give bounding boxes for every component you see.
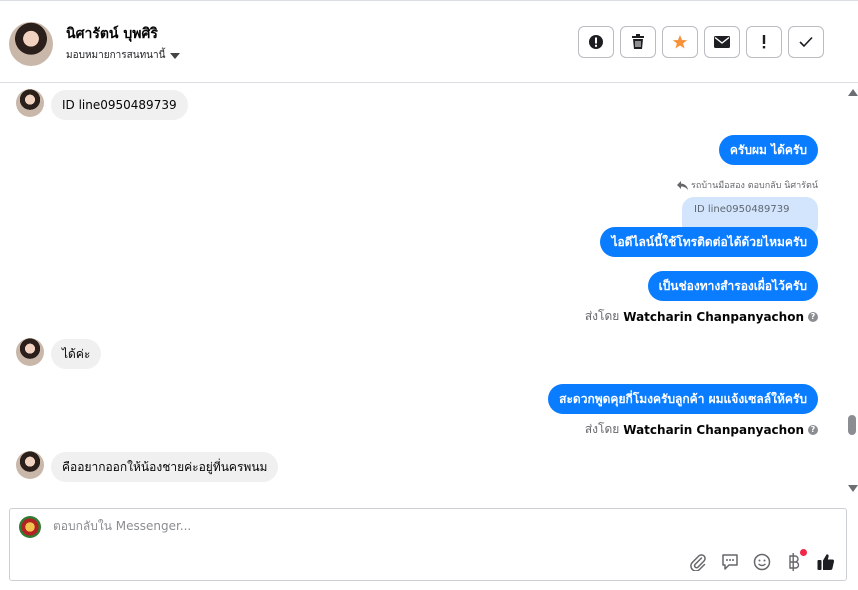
composer-tools xyxy=(688,549,836,572)
header-actions xyxy=(578,26,824,58)
outgoing-message[interactable]: เป็นช่องทางสำรองเผื่อไว้ครับ xyxy=(647,271,818,301)
page-avatar xyxy=(19,516,41,538)
notification-dot xyxy=(800,549,807,556)
scrollbar-thumb[interactable] xyxy=(848,415,856,435)
follow-up-button[interactable] xyxy=(746,26,782,58)
thumbs-up-icon xyxy=(817,554,835,571)
message-thread: ID line0950489739 ครับผม ได้ครับ รถบ้านม… xyxy=(0,83,846,495)
reply-composer xyxy=(9,508,847,581)
like-button[interactable] xyxy=(816,552,836,572)
outgoing-message[interactable]: ครับผม ได้ครับ xyxy=(718,135,818,165)
mark-unread-button[interactable] xyxy=(704,26,740,58)
outgoing-message[interactable]: สะดวกพูดคุยกี่โมงครับลูกค้า ผมแจ้งเซลล์ใ… xyxy=(548,384,818,414)
star-icon xyxy=(672,35,688,49)
contact-avatar-small[interactable] xyxy=(16,451,44,479)
trash-icon xyxy=(632,34,644,49)
scroll-up-arrow-icon[interactable] xyxy=(848,89,858,96)
mark-done-button[interactable] xyxy=(788,26,824,58)
paperclip-icon xyxy=(690,554,706,571)
contact-avatar-small[interactable] xyxy=(16,89,44,117)
exclamation-icon xyxy=(762,35,766,49)
contact-avatar-small[interactable] xyxy=(16,338,44,366)
contact-name[interactable]: นิศารัตน์ บุพศิริ xyxy=(66,23,158,45)
assign-label: มอบหมายการสนทนานี้ xyxy=(66,50,166,61)
chat-bubble-icon xyxy=(722,554,738,570)
outgoing-message[interactable]: ไอดีไลน์นี้ใช้โทรติดต่อได้ด้วยไหมครับ xyxy=(600,227,818,257)
help-icon[interactable]: ? xyxy=(808,311,818,322)
emoji-button[interactable] xyxy=(752,552,772,572)
baht-icon xyxy=(789,553,800,571)
envelope-icon xyxy=(714,36,730,48)
incoming-message[interactable]: ID line0950489739 xyxy=(51,90,188,120)
sent-by-label: ส่งโดย Watcharin Chanpanyachon ? xyxy=(585,420,818,439)
scroll-down-arrow-icon[interactable] xyxy=(848,485,858,492)
sent-by-name: Watcharin Chanpanyachon xyxy=(623,309,804,324)
star-button[interactable] xyxy=(662,26,698,58)
help-icon[interactable]: ? xyxy=(808,424,818,435)
caret-down-icon xyxy=(170,52,181,59)
payment-button[interactable] xyxy=(784,549,807,572)
saved-replies-button[interactable] xyxy=(720,552,740,572)
checkmark-icon xyxy=(799,36,813,48)
mark-spam-button[interactable] xyxy=(578,26,614,58)
thread-scrollbar[interactable] xyxy=(846,83,858,495)
reply-note-text: รถบ้านมือสอง ตอบกลับ นิศารัตน์ xyxy=(691,181,818,191)
alert-circle-icon xyxy=(589,35,603,49)
delete-button[interactable] xyxy=(620,26,656,58)
incoming-message[interactable]: ได้ค่ะ xyxy=(51,339,102,369)
conversation-header: นิศารัตน์ บุพศิริ มอบหมายการสนทนานี้ xyxy=(0,4,858,83)
assign-conversation-dropdown[interactable]: มอบหมายการสนทนานี้ xyxy=(66,48,181,63)
reply-arrow-icon xyxy=(677,180,689,190)
sent-by-label: ส่งโดย Watcharin Chanpanyachon ? xyxy=(585,307,818,326)
incoming-message[interactable]: คืออยากออกให้น้องชายค่ะอยู่ที่นครพนม xyxy=(51,452,279,482)
emoji-icon xyxy=(753,553,771,571)
reply-note: รถบ้านมือสอง ตอบกลับ นิศารัตน์ xyxy=(677,178,818,192)
sent-by-prefix: ส่งโดย xyxy=(584,422,620,436)
sent-by-prefix: ส่งโดย xyxy=(584,309,620,323)
reply-input[interactable] xyxy=(53,519,653,533)
contact-avatar[interactable] xyxy=(9,22,53,66)
attach-button[interactable] xyxy=(688,552,708,572)
sent-by-name: Watcharin Chanpanyachon xyxy=(623,422,804,437)
